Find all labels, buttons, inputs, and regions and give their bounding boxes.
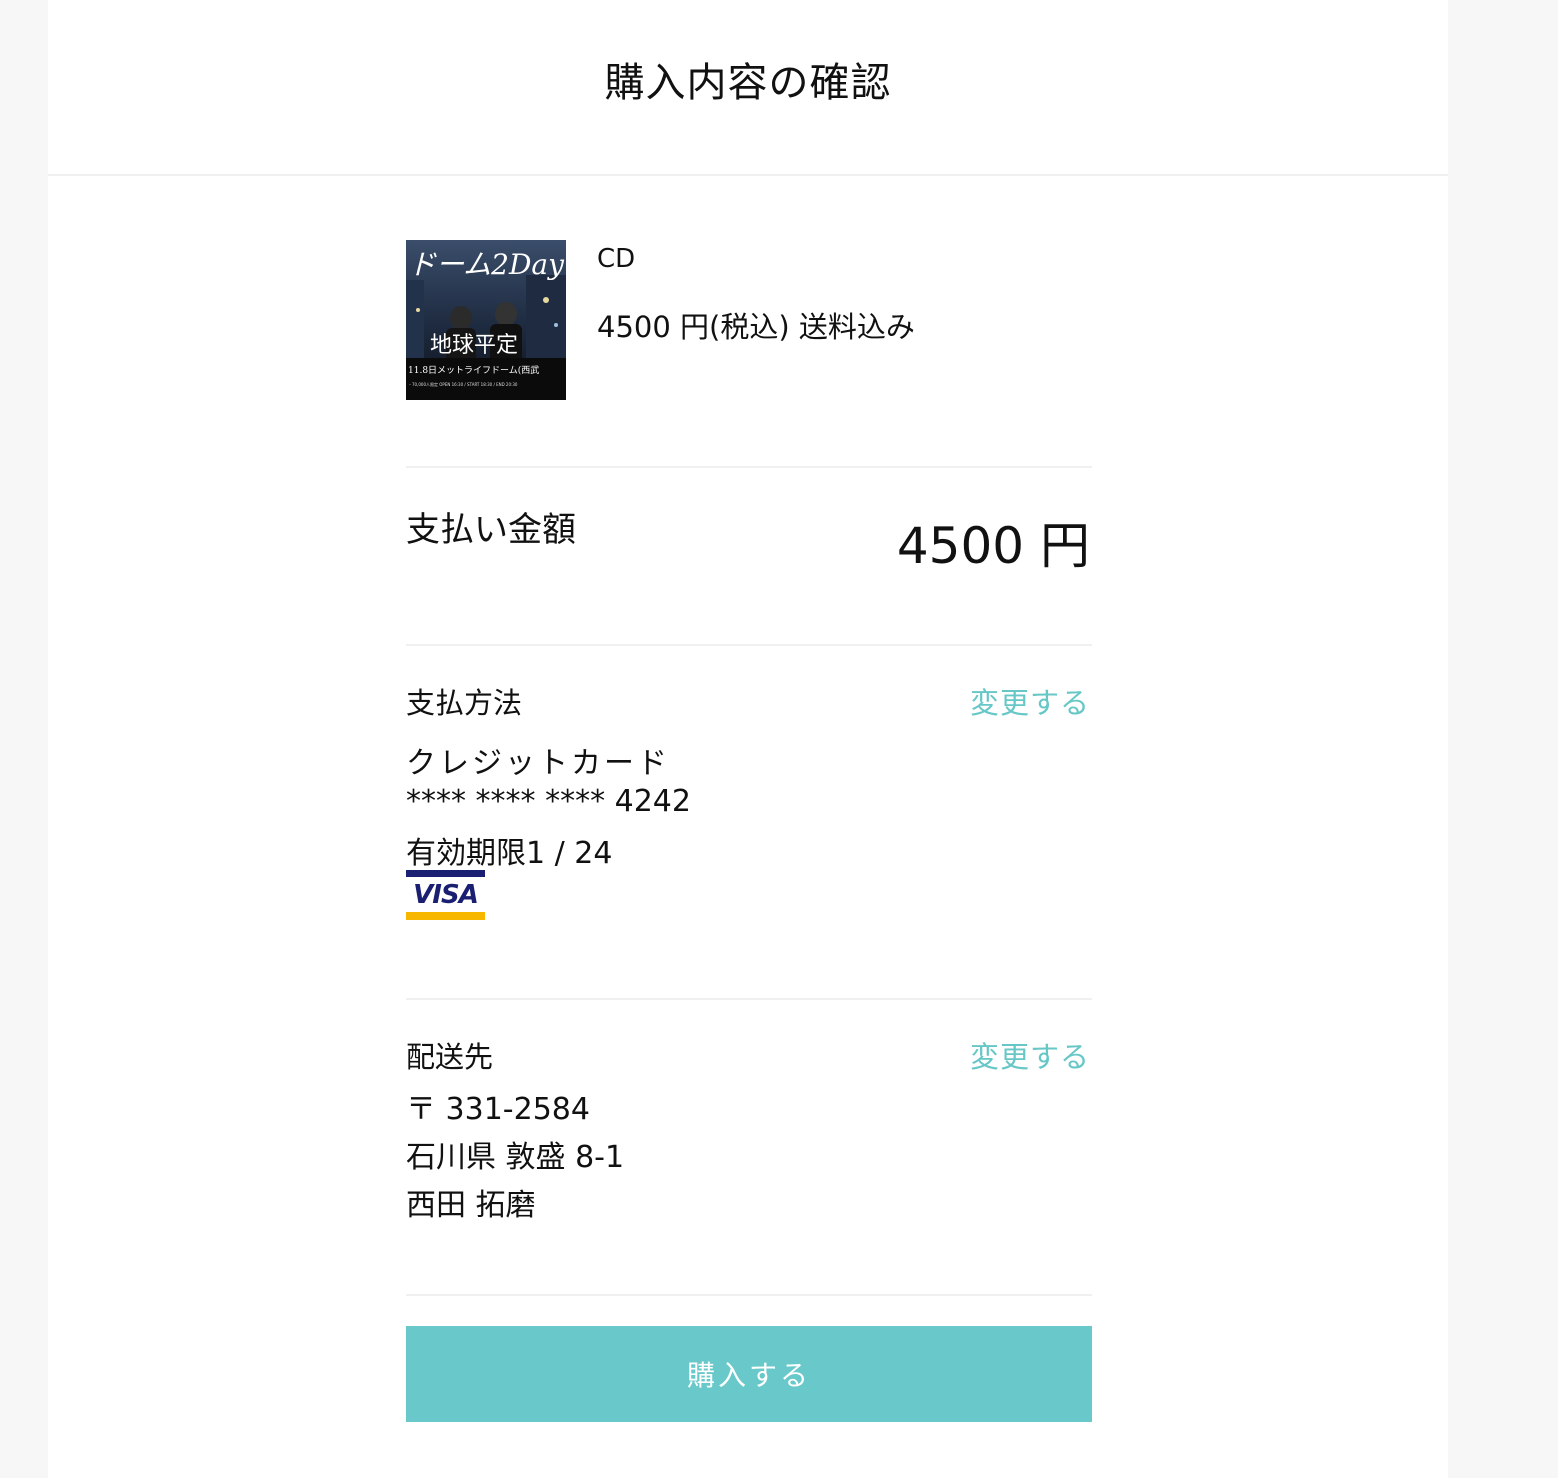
purchase-button[interactable]: 購入する (406, 1326, 1092, 1422)
total-label: 支払い金額 (406, 510, 576, 550)
card-expiry: 有効期限1 / 24 (406, 836, 613, 871)
shipping-address: 石川県 敦盛 8-1 (406, 1140, 625, 1175)
payment-method-label: 支払方法 (406, 686, 523, 720)
checkout-panel: 購入内容の確認 ドーム2Day 地球平定 11.8日メットライフドーム(西武 ・… (48, 0, 1448, 1478)
divider (406, 466, 1092, 468)
change-shipping-link[interactable]: 変更する (970, 1034, 1090, 1076)
total-amount: 4500 円 (896, 517, 1090, 575)
cover-title: ドーム2Day (408, 248, 565, 281)
card-number: **** **** **** 4242 (406, 784, 691, 819)
payment-method-name: クレジットカード (406, 746, 670, 781)
shipping-postal-code: 〒 331-2584 (406, 1092, 590, 1127)
cover-line2: ・70,000人限定 OPEN 16:30 / START 18:30 / EN… (408, 381, 518, 387)
visa-card-icon: VISA (406, 870, 485, 920)
divider (406, 1294, 1092, 1296)
album-cover-image: ドーム2Day 地球平定 11.8日メットライフドーム(西武 ・70,000人限… (406, 240, 566, 400)
product-thumbnail: ドーム2Day 地球平定 11.8日メットライフドーム(西武 ・70,000人限… (406, 240, 566, 400)
product-row: ドーム2Day 地球平定 11.8日メットライフドーム(西武 ・70,000人限… (406, 240, 1092, 400)
divider (406, 998, 1092, 1000)
cover-line1: 11.8日メットライフドーム(西武 (408, 364, 539, 376)
product-name: CD (597, 244, 636, 274)
page-title: 購入内容の確認 (604, 60, 892, 106)
header: 購入内容の確認 (48, 0, 1448, 176)
shipping-recipient-name: 西田 拓磨 (406, 1188, 536, 1223)
cover-subtitle: 地球平定 (430, 333, 518, 358)
shipping-label: 配送先 (406, 1040, 494, 1074)
change-payment-link[interactable]: 変更する (970, 680, 1090, 722)
divider (406, 644, 1092, 646)
product-price: 4500 円(税込) 送料込み (597, 310, 915, 344)
